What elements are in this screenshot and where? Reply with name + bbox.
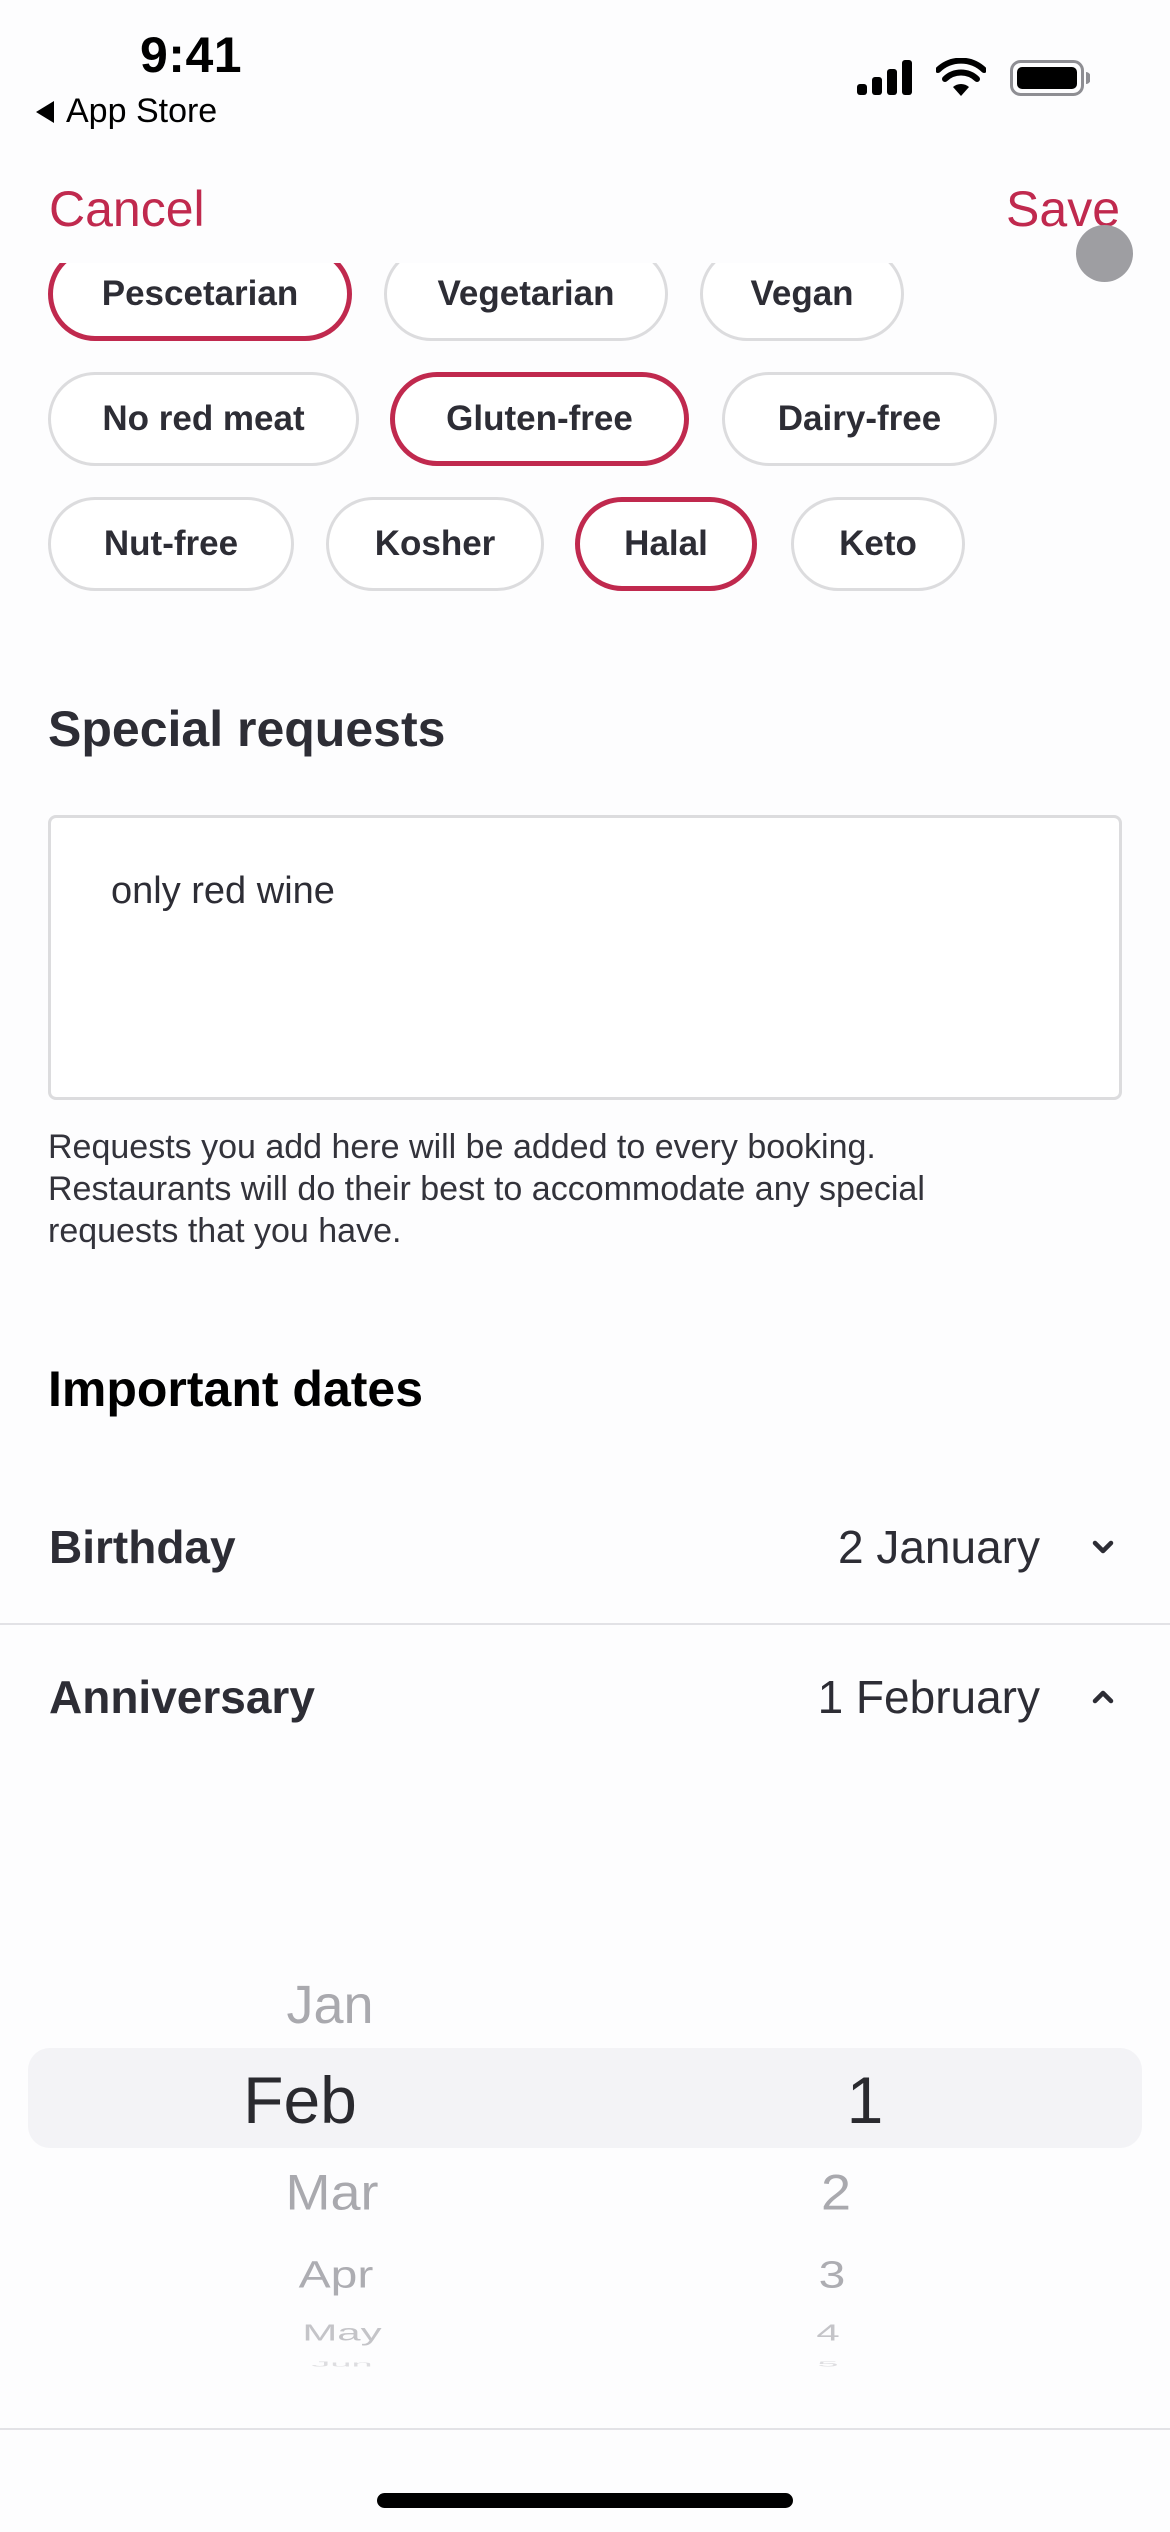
chip-label: Pescetarian bbox=[101, 274, 299, 313]
row-divider bbox=[0, 1623, 1170, 1625]
picker-day-option[interactable]: 3 bbox=[819, 2253, 846, 2297]
picker-month-option[interactable]: Mar bbox=[286, 2164, 379, 2221]
back-app-label: App Store bbox=[66, 92, 218, 130]
picker-month-option[interactable]: Apr bbox=[299, 2253, 374, 2297]
special-requests-input[interactable]: only red wine bbox=[48, 815, 1122, 1100]
chip-dairy-free[interactable]: Dairy-free bbox=[722, 372, 997, 466]
chip-label: Dairy-free bbox=[777, 399, 942, 438]
chip-no-red-meat[interactable]: No red meat bbox=[48, 372, 359, 466]
special-requests-helper: Requests you add here will be added to e… bbox=[48, 1126, 1128, 1252]
chip-label: Gluten-free bbox=[446, 399, 633, 438]
chevron-down-icon bbox=[1092, 1540, 1114, 1554]
back-to-app-store[interactable]: App Store bbox=[36, 92, 217, 131]
status-time: 9:41 bbox=[140, 27, 243, 83]
wifi-icon bbox=[936, 58, 986, 96]
important-dates-heading: Important dates bbox=[48, 1361, 424, 1417]
chip-label: No red meat bbox=[102, 399, 305, 438]
picker-day-option[interactable]: 4 bbox=[816, 2320, 839, 2346]
anniversary-value: 1 February bbox=[817, 1671, 1040, 1723]
picker-day-option[interactable]: 2 bbox=[821, 2164, 851, 2221]
chevron-up-icon bbox=[1092, 1690, 1114, 1704]
helper-line: Restaurants will do their best to accomm… bbox=[48, 1170, 925, 1208]
chip-label: Kosher bbox=[374, 524, 496, 563]
chip-keto[interactable]: Keto bbox=[791, 497, 965, 591]
home-indicator[interactable] bbox=[377, 2493, 793, 2508]
special-requests-value: only red wine bbox=[111, 870, 335, 912]
chip-label: Vegetarian bbox=[437, 274, 615, 313]
picker-month-option[interactable]: May bbox=[302, 2320, 381, 2346]
chip-label: Halal bbox=[624, 524, 708, 563]
chip-vegan[interactable]: Vegan bbox=[700, 263, 904, 341]
helper-line: requests that you have. bbox=[48, 1212, 402, 1250]
chip-label: Vegan bbox=[750, 274, 854, 313]
anniversary-label: Anniversary bbox=[49, 1671, 315, 1723]
chip-vegetarian[interactable]: Vegetarian bbox=[384, 263, 668, 341]
battery-icon bbox=[1010, 60, 1090, 96]
special-requests-heading: Special requests bbox=[48, 701, 446, 757]
picker-day-option[interactable]: 5 bbox=[817, 2360, 838, 2369]
chip-pescetarian[interactable]: Pescetarian bbox=[48, 263, 352, 341]
chip-nut-free[interactable]: Nut-free bbox=[48, 497, 294, 591]
picker-day-selected[interactable]: 1 bbox=[847, 2062, 884, 2138]
back-triangle-icon bbox=[36, 100, 54, 123]
chip-kosher[interactable]: Kosher bbox=[326, 497, 544, 591]
chip-halal[interactable]: Halal bbox=[575, 497, 757, 591]
chip-label: Nut-free bbox=[103, 524, 239, 563]
dietary-preferences: Pescetarian Vegetarian Vegan No red meat… bbox=[0, 263, 1170, 603]
chip-label: Keto bbox=[839, 524, 917, 563]
anniversary-row[interactable]: Anniversary 1 February bbox=[0, 1637, 1170, 1757]
birthday-label: Birthday bbox=[49, 1521, 236, 1573]
picker-month-selected[interactable]: Feb bbox=[243, 2062, 357, 2138]
signal-icon bbox=[857, 60, 912, 95]
picker-month-option[interactable]: Jun bbox=[311, 2360, 372, 2369]
birthday-value: 2 January bbox=[837, 1521, 1040, 1573]
helper-line: Requests you add here will be added to e… bbox=[48, 1128, 876, 1166]
birthday-row[interactable]: Birthday 2 January bbox=[0, 1487, 1170, 1607]
picker-month-option[interactable]: Jan bbox=[286, 1974, 373, 2036]
picker-selection-band bbox=[28, 2048, 1142, 2148]
chip-gluten-free[interactable]: Gluten-free bbox=[390, 372, 689, 466]
bottom-divider bbox=[0, 2428, 1170, 2430]
cancel-button[interactable]: Cancel bbox=[49, 180, 205, 238]
